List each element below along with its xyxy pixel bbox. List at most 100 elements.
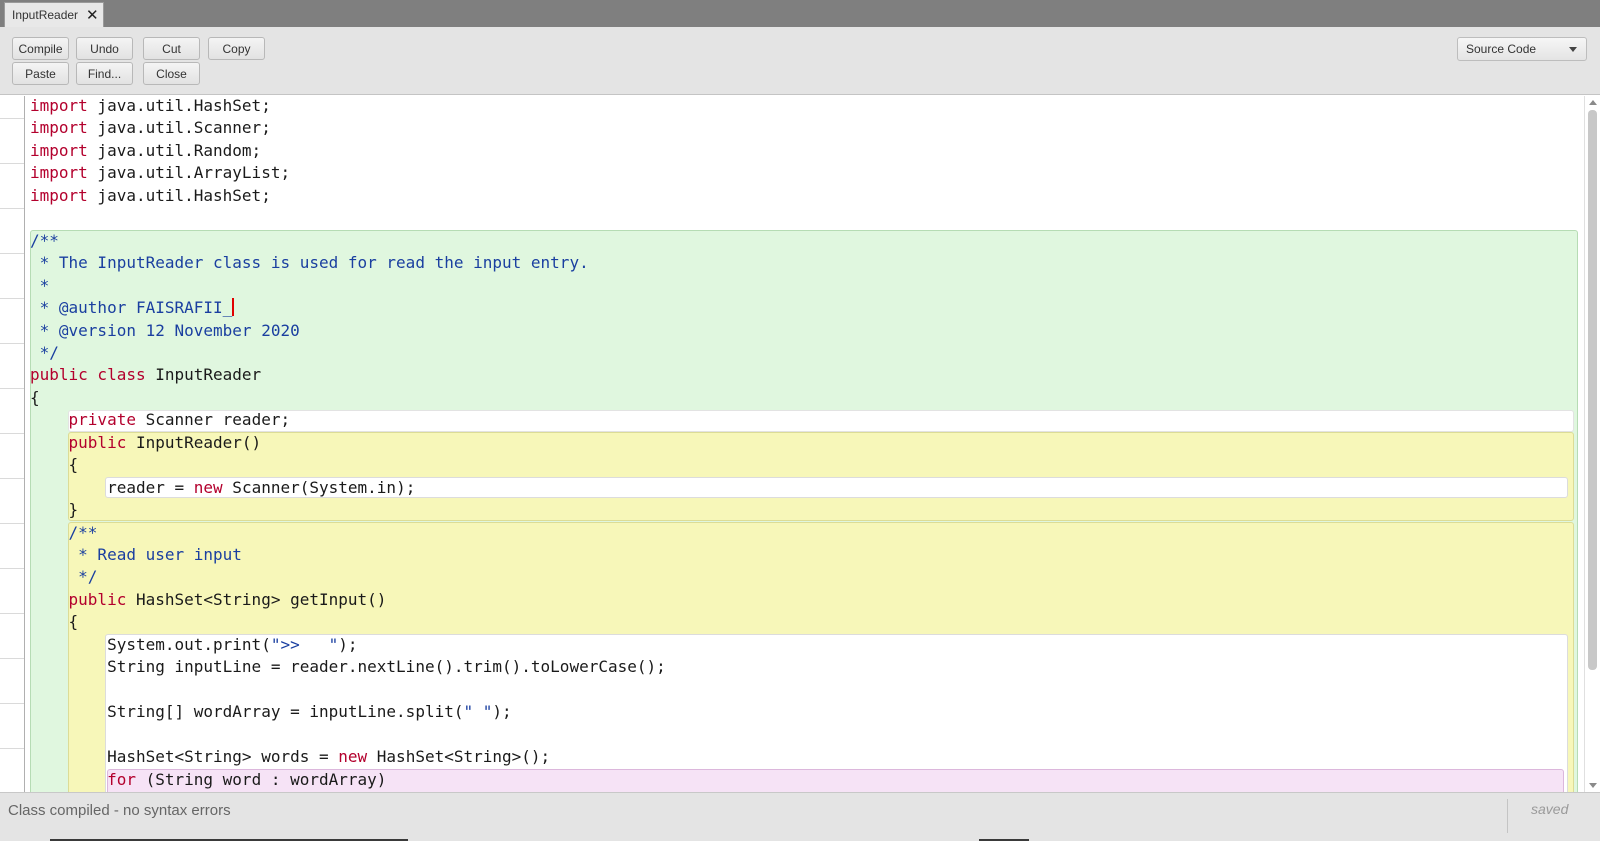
- code-line[interactable]: */: [30, 566, 97, 588]
- code-token: (String word : wordArray): [135, 769, 387, 789]
- code-editor[interactable]: import java.util.HashSet; import java.uti…: [0, 96, 1600, 792]
- code-line[interactable]: private Scanner reader;: [30, 409, 291, 431]
- gutter-tick: [0, 523, 24, 524]
- code-line[interactable]: * The InputReader class is used for read…: [30, 252, 589, 274]
- code-line[interactable]: import java.util.Scanner;: [30, 117, 271, 139]
- close-button[interactable]: Close: [143, 62, 200, 85]
- code-token: new: [338, 747, 368, 767]
- view-mode-value: Source Code: [1466, 42, 1537, 56]
- undo-button[interactable]: Undo: [76, 37, 133, 60]
- code-token: {: [30, 612, 79, 632]
- saved-indicator: saved: [1531, 801, 1569, 817]
- code-line[interactable]: import java.util.ArrayList;: [30, 162, 290, 184]
- code-line[interactable]: public HashSet<String> getInput(): [30, 589, 387, 611]
- toolbar: Compile Undo Cut Copy Paste Find... Clos…: [0, 27, 1600, 95]
- code-line[interactable]: import java.util.HashSet;: [30, 96, 271, 117]
- scroll-up-icon[interactable]: [1589, 100, 1597, 105]
- code-token: import: [30, 140, 88, 160]
- line-number-gutter[interactable]: [0, 96, 25, 792]
- code-token: System.out.print(: [30, 634, 271, 654]
- code-token: HashSet<String> getInput(): [126, 589, 387, 609]
- code-line[interactable]: reader = new Scanner(System.in);: [30, 477, 415, 499]
- code-token: */: [30, 567, 98, 587]
- gutter-tick: [0, 298, 24, 299]
- code-token: {: [30, 455, 79, 475]
- gutter-tick: [0, 658, 24, 659]
- code-token: for: [107, 769, 136, 789]
- gutter-tick: [0, 163, 24, 164]
- code-line[interactable]: String[] wordArray = inputLine.split(" "…: [30, 701, 512, 723]
- code-token: java.util.ArrayList;: [87, 163, 291, 183]
- copy-button[interactable]: Copy: [208, 37, 265, 60]
- cut-button[interactable]: Cut: [143, 37, 200, 60]
- code-token: import: [30, 163, 88, 183]
- code-token: private: [68, 410, 136, 430]
- compile-button[interactable]: Compile: [12, 37, 69, 60]
- code-line[interactable]: */: [30, 342, 59, 364]
- code-token: " ": [463, 702, 493, 722]
- code-line[interactable]: /**: [30, 230, 59, 252]
- code-line[interactable]: for (String word : wordArray): [30, 769, 386, 791]
- code-line[interactable]: import java.util.Random;: [30, 140, 261, 162]
- close-icon[interactable]: ✕: [86, 8, 99, 23]
- scrollbar-thumb[interactable]: [1588, 110, 1597, 670]
- code-token: public class: [30, 365, 146, 385]
- code-token: );: [492, 702, 512, 722]
- code-token: /**: [30, 522, 98, 542]
- code-token: import: [30, 118, 88, 138]
- gutter-tick: [0, 478, 24, 479]
- gutter-tick: [0, 703, 24, 704]
- code-token: * @version 12 November 2020: [30, 320, 300, 340]
- code-line[interactable]: *: [30, 275, 50, 297]
- code-line[interactable]: * @version 12 November 2020: [30, 320, 300, 342]
- code-token: reader =: [30, 477, 194, 497]
- code-token: * @author FAISRAFII_: [30, 298, 233, 318]
- code-token: InputReader: [145, 365, 262, 385]
- code-line[interactable]: HashSet<String> words = new HashSet<Stri…: [30, 746, 550, 768]
- gutter-tick: [0, 253, 24, 254]
- code-line[interactable]: public class InputReader: [30, 364, 261, 386]
- view-mode-select[interactable]: Source Code: [1457, 37, 1587, 61]
- code-line[interactable]: * @author FAISRAFII_: [30, 297, 235, 319]
- code-token: InputReader(): [126, 432, 262, 452]
- gutter-tick: [0, 118, 24, 119]
- code-line[interactable]: public InputReader(): [30, 432, 262, 454]
- code-token: */: [30, 342, 59, 362]
- field-scope: [68, 410, 1574, 432]
- code-token: import: [30, 96, 88, 115]
- code-line[interactable]: import java.util.HashSet;: [30, 185, 271, 207]
- code-line[interactable]: * Read user input: [30, 544, 242, 566]
- status-message: Class compiled - no syntax errors: [8, 802, 231, 819]
- code-token: import: [30, 185, 88, 205]
- tab-strip: InputReader ✕: [0, 0, 1600, 27]
- code-line[interactable]: {: [30, 611, 79, 633]
- code-token: {: [30, 387, 40, 407]
- code-token: java.util.HashSet;: [87, 96, 271, 115]
- code-line[interactable]: {: [30, 454, 79, 476]
- find-button[interactable]: Find...: [76, 62, 133, 85]
- scroll-down-icon[interactable]: [1589, 783, 1597, 788]
- code-token: Scanner(System.in);: [222, 477, 416, 497]
- vertical-scrollbar[interactable]: [1584, 96, 1600, 792]
- paste-button[interactable]: Paste: [12, 62, 69, 85]
- code-token: Scanner reader;: [135, 410, 291, 430]
- code-token: HashSet<String> words =: [30, 747, 339, 767]
- text-cursor: [232, 298, 235, 317]
- code-line[interactable]: System.out.print(">> ");: [30, 634, 357, 656]
- code-token: * Read user input: [30, 545, 242, 564]
- code-token: public: [68, 589, 127, 609]
- code-line[interactable]: }: [30, 499, 79, 521]
- code-line[interactable]: String inputLine = reader.nextLine().tri…: [30, 656, 666, 678]
- code-line[interactable]: /**: [30, 522, 98, 544]
- tab-inputreader[interactable]: InputReader ✕: [4, 2, 104, 27]
- code-token: new: [193, 477, 223, 497]
- chevron-down-icon: [1569, 47, 1577, 52]
- code-line[interactable]: {: [30, 387, 40, 409]
- gutter-tick: [0, 613, 24, 614]
- code-token: }: [30, 500, 79, 520]
- code-token: String inputLine = reader.nextLine().tri…: [30, 657, 666, 677]
- tab-title: InputReader: [12, 8, 79, 22]
- code-token: ">> ": [270, 634, 339, 654]
